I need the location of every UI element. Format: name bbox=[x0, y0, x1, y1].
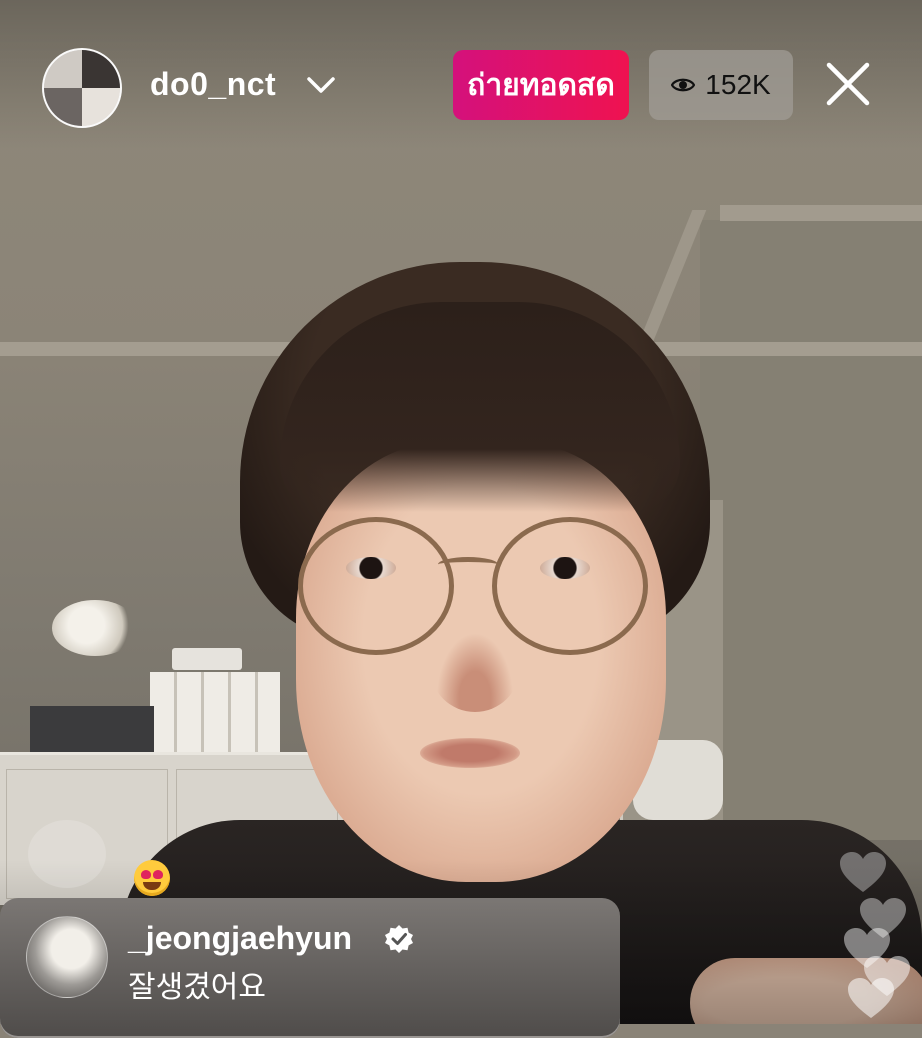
glasses-bridge bbox=[438, 557, 498, 572]
heart-icon bbox=[848, 978, 894, 1018]
flower-vase bbox=[52, 600, 138, 656]
emoji-heart-eye bbox=[153, 870, 163, 879]
chevron-down-icon[interactable] bbox=[306, 74, 336, 96]
avatar-tile bbox=[82, 88, 120, 126]
viewer-count-pill[interactable]: 152K bbox=[649, 50, 793, 120]
mouth bbox=[420, 738, 520, 768]
nose bbox=[430, 622, 520, 712]
avatar-tile bbox=[44, 50, 82, 88]
storage-box bbox=[30, 706, 154, 752]
avatar-tile bbox=[44, 88, 82, 126]
emoji-heart-eye bbox=[141, 870, 151, 879]
glasses-right-lens bbox=[492, 517, 648, 655]
host-avatar[interactable] bbox=[42, 48, 122, 128]
wall-molding-right bbox=[720, 205, 922, 221]
room-right-wall bbox=[700, 220, 922, 840]
faded-comment-avatar bbox=[28, 820, 106, 888]
close-icon[interactable] bbox=[824, 60, 872, 108]
streamer bbox=[240, 262, 710, 902]
viewer-count: 152K bbox=[705, 69, 771, 100]
heart-icon bbox=[840, 852, 886, 892]
emoji-mouth bbox=[143, 882, 161, 890]
glasses-left-lens bbox=[298, 517, 454, 655]
live-badge: ถ่ายทอดสด bbox=[453, 50, 629, 120]
avatar-tile bbox=[82, 50, 120, 88]
comment-text: 잘생겼어요 bbox=[128, 971, 266, 1004]
host-username[interactable]: do0_nct bbox=[150, 66, 276, 103]
floating-hearts bbox=[836, 852, 916, 1024]
heart-eyes-emoji-icon bbox=[134, 860, 170, 896]
eye-icon bbox=[671, 78, 696, 92]
comment-avatar[interactable] bbox=[26, 916, 108, 998]
comment-username[interactable]: _jeongjaehyun bbox=[128, 920, 352, 957]
live-badge-label: ถ่ายทอดสด bbox=[467, 68, 615, 102]
verified-badge-icon bbox=[385, 925, 413, 953]
projector bbox=[172, 648, 242, 670]
